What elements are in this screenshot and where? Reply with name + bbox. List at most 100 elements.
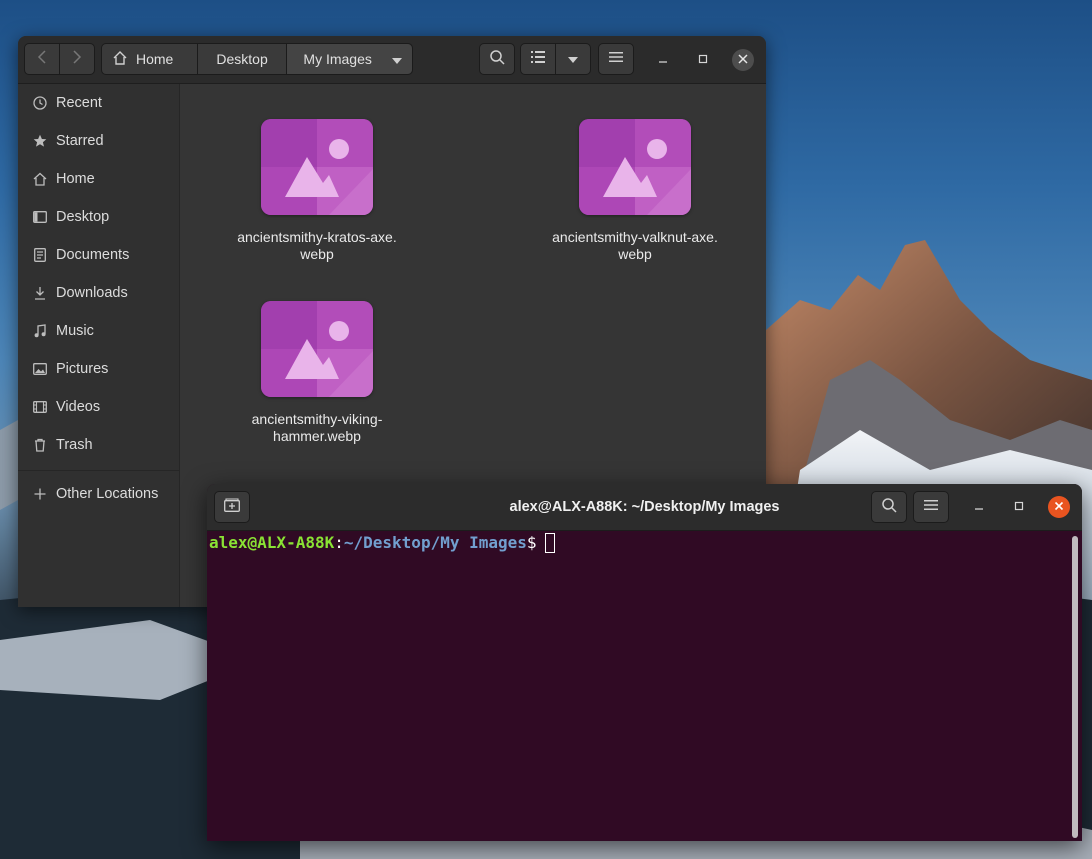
sidebar-item-downloads[interactable]: Downloads bbox=[18, 274, 179, 312]
image-file-icon bbox=[261, 119, 373, 215]
search-button[interactable] bbox=[479, 43, 515, 75]
back-button[interactable] bbox=[24, 43, 60, 75]
clock-icon bbox=[32, 95, 48, 111]
image-file-icon bbox=[261, 301, 373, 397]
minimize-icon bbox=[658, 53, 668, 67]
sidebar-item-label: Recent bbox=[56, 95, 102, 111]
sidebar-item-label: Documents bbox=[56, 247, 130, 263]
breadcrumb-current-label: My Images bbox=[303, 51, 372, 67]
sidebar-item-label: Trash bbox=[56, 437, 93, 453]
terminal-headerbar: alex@ALX-A88K: ~/Desktop/My Images bbox=[207, 484, 1082, 531]
prompt-symbol: $ bbox=[526, 533, 537, 552]
terminal-search-button[interactable] bbox=[871, 491, 907, 523]
caret-down-icon bbox=[568, 50, 578, 68]
new-tab-button[interactable] bbox=[214, 491, 250, 523]
breadcrumb-home-label: Home bbox=[136, 51, 174, 67]
image-file-icon bbox=[579, 119, 691, 215]
document-icon bbox=[32, 247, 48, 263]
sidebar-item-videos[interactable]: Videos bbox=[18, 388, 179, 426]
sidebar-item-label: Music bbox=[56, 323, 94, 339]
file-name: ancientsmithy-kratos-axe. webp bbox=[222, 229, 412, 263]
new-tab-icon bbox=[224, 497, 240, 517]
home-icon bbox=[112, 50, 128, 69]
terminal-output[interactable]: alex@ALX-A88K:~/Desktop/My Images$ bbox=[207, 531, 1082, 841]
download-icon bbox=[32, 285, 48, 301]
file-name-line: ancientsmithy-valknut-axe. bbox=[552, 229, 718, 245]
hamburger-icon bbox=[924, 498, 938, 516]
hamburger-icon bbox=[609, 50, 623, 68]
sidebar-item-label: Pictures bbox=[56, 361, 109, 377]
sidebar-item-label: Videos bbox=[56, 399, 101, 415]
view-options-button[interactable] bbox=[555, 43, 591, 75]
chevron-right-icon bbox=[72, 49, 82, 70]
file-item[interactable]: ancientsmithy-kratos-axe. webp bbox=[222, 119, 412, 263]
caret-down-icon bbox=[392, 51, 402, 67]
plus-icon bbox=[32, 486, 48, 502]
terminal-minimize-button[interactable] bbox=[968, 496, 990, 518]
terminal-maximize-button[interactable] bbox=[1008, 496, 1030, 518]
sidebar-item-starred[interactable]: Starred bbox=[18, 122, 179, 160]
sidebar-item-home[interactable]: Home bbox=[18, 160, 179, 198]
sidebar-item-desktop[interactable]: Desktop bbox=[18, 198, 179, 236]
close-icon bbox=[738, 53, 748, 67]
file-name-line: webp bbox=[618, 246, 652, 262]
forward-button[interactable] bbox=[59, 43, 95, 75]
close-icon bbox=[1054, 498, 1064, 516]
breadcrumb: Home Desktop My Images bbox=[101, 43, 413, 75]
file-name-line: ancientsmithy-kratos-axe. bbox=[237, 229, 397, 245]
hamburger-menu-button[interactable] bbox=[598, 43, 634, 75]
trash-icon bbox=[32, 437, 48, 453]
terminal-title: alex@ALX-A88K: ~/Desktop/My Images bbox=[509, 499, 780, 515]
desktop-icon bbox=[32, 209, 48, 225]
file-manager-headerbar: Home Desktop My Images bbox=[18, 36, 766, 84]
video-icon bbox=[32, 399, 48, 415]
maximize-button[interactable] bbox=[692, 49, 714, 71]
prompt-path: ~/Desktop/My Images bbox=[343, 533, 527, 552]
file-name-line: hammer.webp bbox=[273, 428, 361, 444]
prompt-user-host: alex@ALX-A88K bbox=[209, 533, 335, 552]
terminal-menu-button[interactable] bbox=[913, 491, 949, 523]
sidebar-item-pictures[interactable]: Pictures bbox=[18, 350, 179, 388]
breadcrumb-desktop[interactable]: Desktop bbox=[198, 44, 288, 74]
file-name: ancientsmithy-viking- hammer.webp bbox=[222, 411, 412, 445]
search-icon bbox=[881, 497, 897, 518]
sidebar-item-label: Other Locations bbox=[56, 486, 159, 502]
prompt-separator: : bbox=[334, 533, 344, 552]
star-icon bbox=[32, 133, 48, 149]
shell-prompt: alex@ALX-A88K:~/Desktop/My Images$ bbox=[209, 533, 555, 553]
file-name-line: webp bbox=[300, 246, 334, 262]
maximize-icon bbox=[698, 53, 708, 67]
sidebar-item-documents[interactable]: Documents bbox=[18, 236, 179, 274]
pictures-icon bbox=[32, 361, 48, 377]
close-button[interactable] bbox=[732, 49, 754, 71]
list-view-icon bbox=[531, 50, 545, 68]
file-item[interactable]: ancientsmithy-viking- hammer.webp bbox=[222, 301, 412, 445]
search-icon bbox=[489, 49, 505, 70]
breadcrumb-desktop-label: Desktop bbox=[216, 51, 268, 67]
text-cursor bbox=[544, 533, 555, 553]
terminal-close-button[interactable] bbox=[1048, 496, 1070, 518]
breadcrumb-home[interactable]: Home bbox=[102, 44, 198, 74]
sidebar-item-label: Desktop bbox=[56, 209, 110, 225]
sidebar-item-trash[interactable]: Trash bbox=[18, 426, 179, 464]
sidebar-item-other-locations[interactable]: Other Locations bbox=[18, 475, 179, 513]
breadcrumb-current[interactable]: My Images bbox=[287, 44, 412, 74]
minimize-icon bbox=[974, 498, 984, 516]
terminal-scrollbar[interactable] bbox=[1072, 536, 1078, 838]
sidebar-item-label: Starred bbox=[56, 133, 104, 149]
sidebar-divider bbox=[18, 470, 179, 471]
terminal-window: alex@ALX-A88K: ~/Desktop/My Images alex@… bbox=[207, 484, 1082, 841]
music-icon bbox=[32, 323, 48, 339]
list-view-button[interactable] bbox=[520, 43, 556, 75]
file-item[interactable]: ancientsmithy-valknut-axe. webp bbox=[540, 119, 730, 263]
sidebar-item-recent[interactable]: Recent bbox=[18, 84, 179, 122]
sidebar-item-label: Home bbox=[56, 171, 95, 187]
file-name-line: ancientsmithy-viking- bbox=[251, 411, 383, 427]
maximize-icon bbox=[1014, 498, 1024, 516]
file-name: ancientsmithy-valknut-axe. webp bbox=[540, 229, 730, 263]
chevron-left-icon bbox=[37, 49, 47, 70]
minimize-button[interactable] bbox=[652, 49, 674, 71]
sidebar-item-music[interactable]: Music bbox=[18, 312, 179, 350]
sidebar-item-label: Downloads bbox=[56, 285, 128, 301]
places-sidebar: Recent Starred Home Desktop Documents Do… bbox=[18, 84, 180, 607]
